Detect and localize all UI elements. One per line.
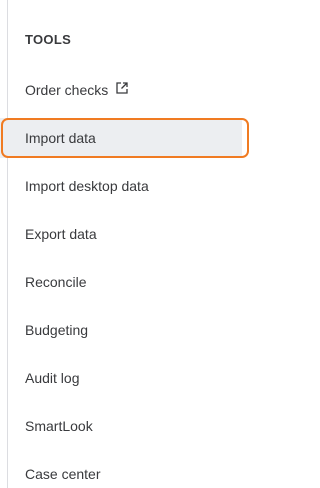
tools-menu-panel: TOOLS Order checks Import data Import de… [0,0,249,488]
menu-item-label: Import desktop data [25,178,149,194]
menu-item-label: Import data [25,130,96,146]
menu-item-label: Budgeting [25,322,89,338]
menu-item-smartlook[interactable]: SmartLook [0,406,242,446]
menu-item-import-desktop-data[interactable]: Import desktop data [0,166,242,206]
menu-item-label: Case center [25,466,101,482]
menu-item-label: Order checks [25,82,109,98]
menu-item-case-center[interactable]: Case center [0,454,242,488]
menu-item-order-checks[interactable]: Order checks [0,70,242,110]
external-link-icon [115,70,129,110]
menu-item-label: Export data [25,226,97,242]
menu-item-audit-log[interactable]: Audit log [0,358,242,398]
tools-menu-list: Order checks Import data Import desktop … [0,70,249,488]
menu-item-label: SmartLook [25,418,93,434]
menu-item-label: Reconcile [25,274,87,290]
tools-heading: TOOLS [25,32,72,47]
menu-item-reconcile[interactable]: Reconcile [0,262,242,302]
menu-item-budgeting[interactable]: Budgeting [0,310,242,350]
menu-item-export-data[interactable]: Export data [0,214,242,254]
menu-item-label: Audit log [25,370,80,386]
menu-item-import-data[interactable]: Import data [0,118,249,158]
